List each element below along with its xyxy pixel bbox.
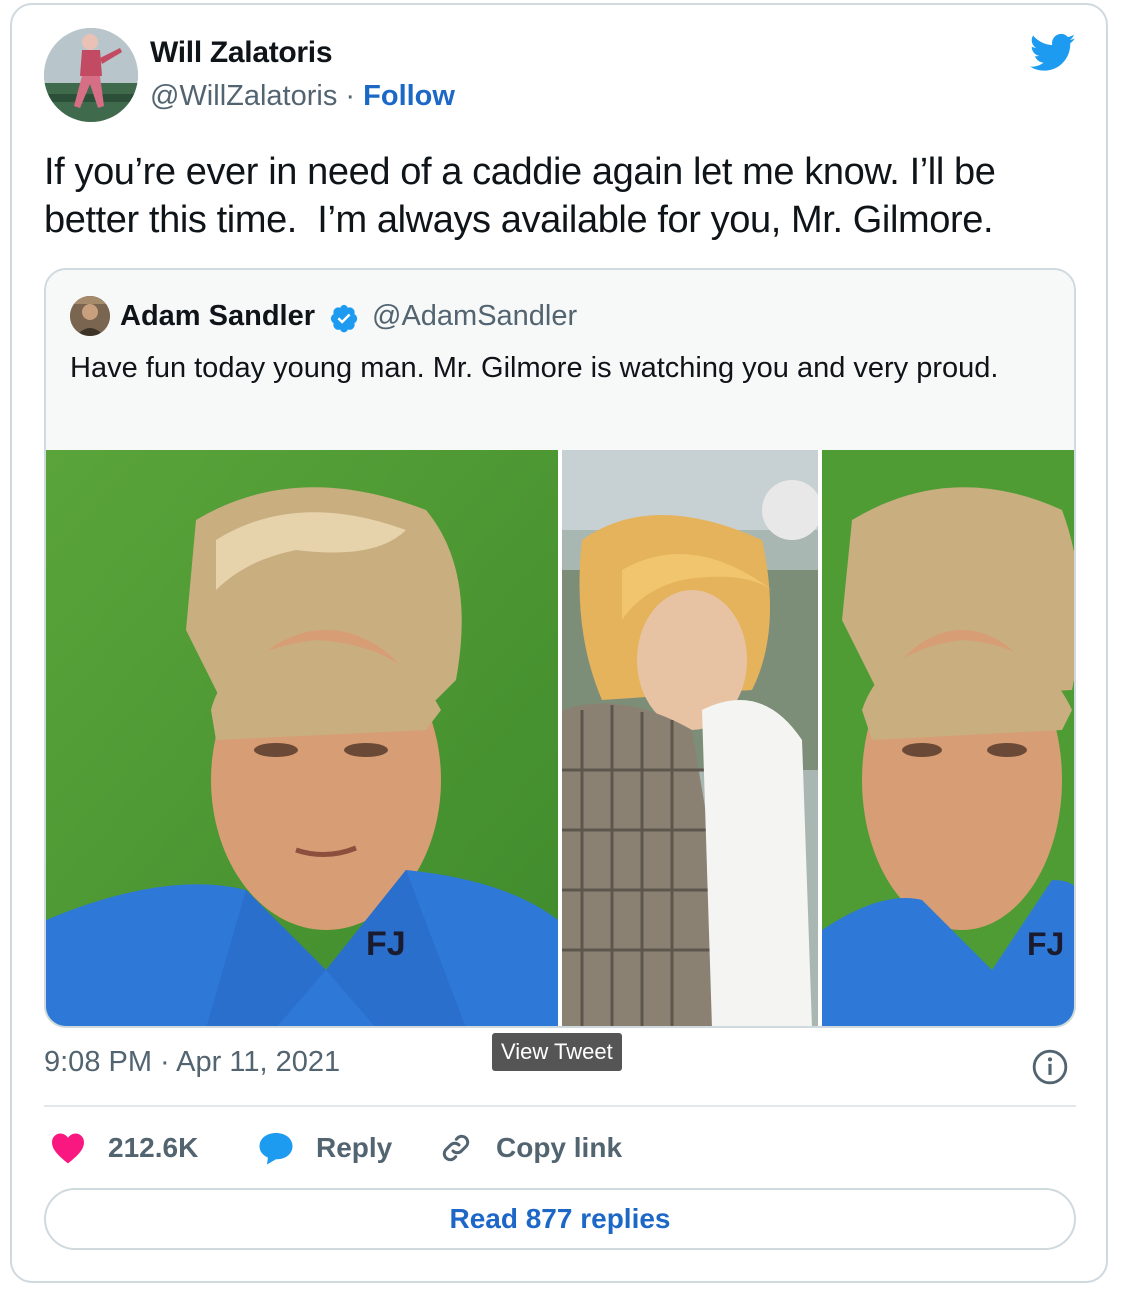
quoted-author-handle[interactable]: @AdamSandler xyxy=(372,300,577,333)
author-handle-line: @WillZalatoris · Follow xyxy=(150,80,455,113)
follow-button[interactable]: Follow xyxy=(363,80,455,112)
author-name[interactable]: Will Zalatoris xyxy=(150,36,333,70)
speech-bubble-icon xyxy=(259,1133,293,1165)
copy-link-action[interactable]: Copy link xyxy=(438,1128,622,1168)
copy-link-label: Copy link xyxy=(496,1132,623,1163)
photo-caddie-middle[interactable] xyxy=(562,450,818,1026)
info-icon[interactable] xyxy=(1031,1048,1069,1086)
divider xyxy=(44,1105,1076,1107)
heart-icon xyxy=(52,1133,84,1164)
link-icon xyxy=(442,1134,470,1162)
photo-golfer-left[interactable]: FJ xyxy=(46,450,558,1026)
quoted-media-grid[interactable]: FJ FJ xyxy=(46,450,1074,1026)
like-action[interactable]: 212.6K xyxy=(50,1128,198,1168)
verified-badge-icon xyxy=(330,304,358,333)
read-replies-button[interactable]: Read 877 replies xyxy=(44,1188,1076,1250)
quoted-tweet-text: Have fun today young man. Mr. Gilmore is… xyxy=(70,352,999,384)
tweet-timestamp[interactable]: 9:08 PM · Apr 11, 2021 xyxy=(44,1046,340,1079)
tweet-text: If you’re ever in need of a caddie again… xyxy=(44,151,1006,241)
quoted-author-name[interactable]: Adam Sandler xyxy=(120,300,315,333)
like-count: 212.6K xyxy=(108,1132,199,1163)
author-avatar[interactable] xyxy=(44,28,138,122)
svg-text:FJ: FJ xyxy=(366,925,406,963)
twitter-bird-icon[interactable] xyxy=(1030,33,1076,73)
reply-action[interactable]: Reply xyxy=(258,1128,392,1168)
separator-dot: · xyxy=(345,80,356,112)
quoted-author-avatar[interactable] xyxy=(70,296,110,336)
author-handle[interactable]: @WillZalatoris xyxy=(150,80,337,112)
photo-golfer-right[interactable]: FJ xyxy=(822,450,1074,1026)
svg-text:FJ: FJ xyxy=(1027,926,1064,962)
view-tweet-tooltip: View Tweet xyxy=(492,1033,622,1071)
quoted-tweet[interactable]: Adam Sandler @AdamSandler Have fun today… xyxy=(44,268,1076,1028)
reply-label: Reply xyxy=(316,1132,393,1163)
